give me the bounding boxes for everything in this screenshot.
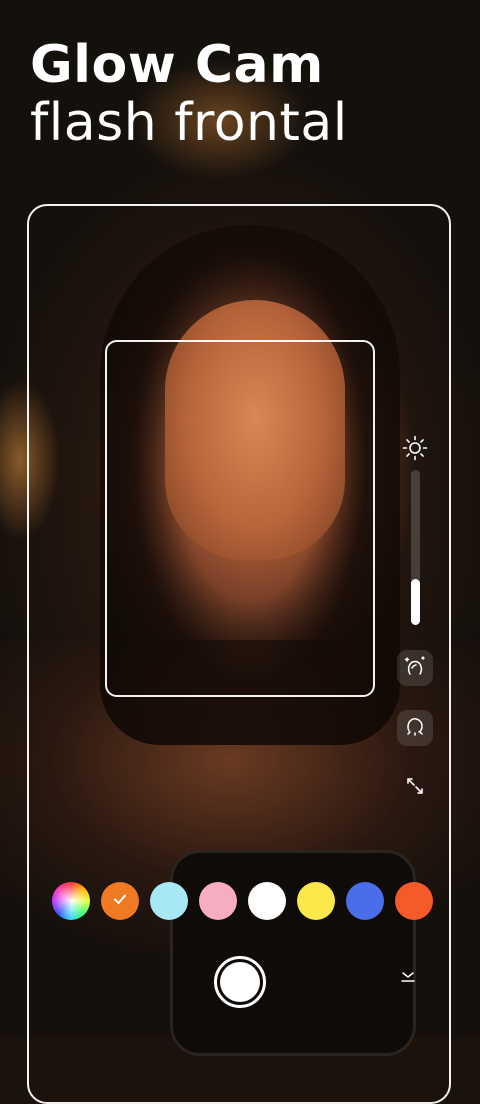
title-block: Glow Cam flash frontal (30, 36, 348, 152)
color-swatch-rainbow[interactable] (52, 882, 90, 920)
camera-viewfinder-frame (105, 340, 375, 697)
resize-button[interactable] (397, 770, 433, 806)
light-intensity-fill (411, 578, 420, 625)
brightness-button[interactable] (397, 432, 433, 468)
expand-arrows-icon (405, 776, 425, 801)
face-shape-button[interactable] (397, 710, 433, 746)
chevron-down-icon (400, 968, 416, 989)
checkmark-icon (112, 891, 128, 912)
face-sparkle-icon (403, 654, 427, 683)
color-swatch-pink[interactable] (199, 882, 237, 920)
color-swatch-yellow[interactable] (297, 882, 335, 920)
color-swatch-red-orange[interactable] (395, 882, 433, 920)
shutter-button[interactable] (214, 956, 266, 1008)
color-palette (52, 880, 442, 922)
face-outline-icon (403, 714, 427, 743)
shutter-icon (220, 962, 260, 1002)
face-retouch-button[interactable] (397, 650, 433, 686)
light-intensity-slider[interactable] (411, 470, 420, 625)
color-swatch-light-blue[interactable] (150, 882, 188, 920)
color-swatch-white[interactable] (248, 882, 286, 920)
app-subtitle: flash frontal (30, 93, 348, 153)
collapse-button[interactable] (396, 966, 420, 990)
sun-icon (402, 435, 428, 466)
app-title: Glow Cam (30, 35, 324, 95)
color-swatch-blue[interactable] (346, 882, 384, 920)
color-swatch-orange[interactable] (101, 882, 139, 920)
